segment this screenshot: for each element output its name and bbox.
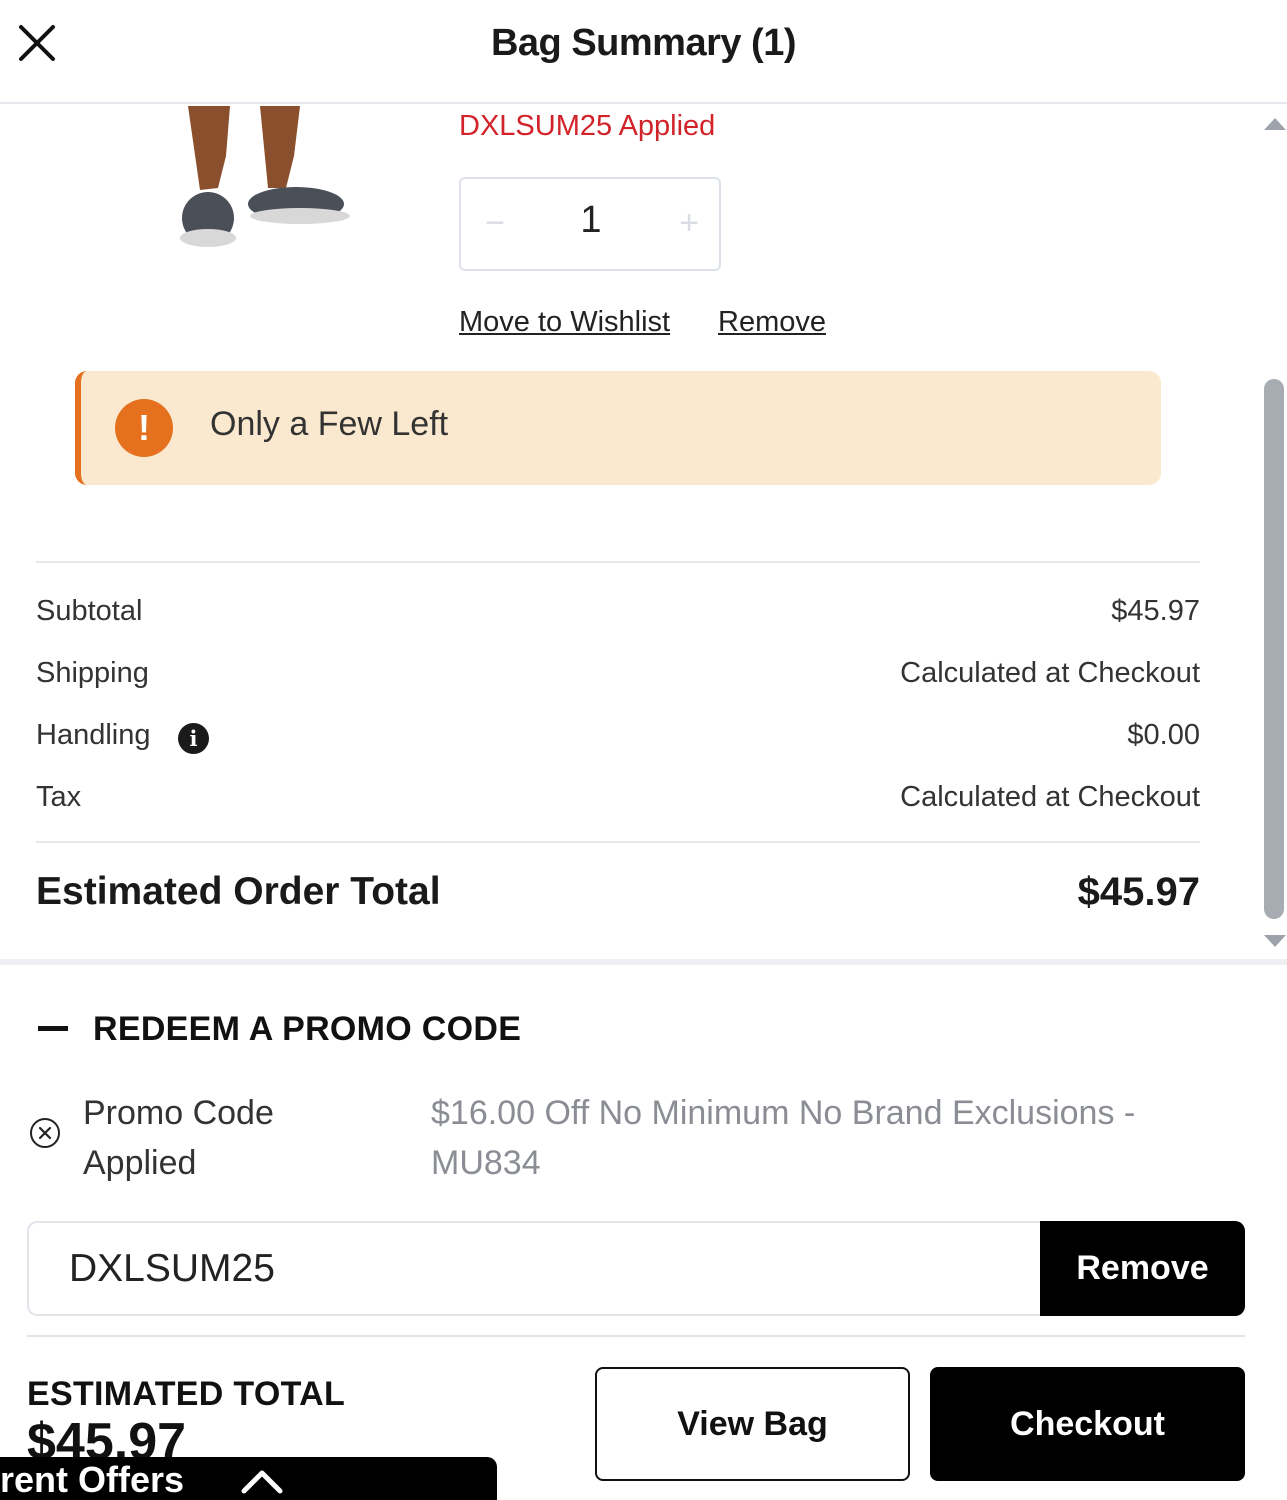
divider (27, 1335, 1245, 1337)
summary-value: Calculated at Checkout (900, 781, 1200, 813)
summary-label: Tax (36, 781, 82, 813)
bag-content: DXLSUM25 Applied − 1 + Move to Wishlist … (0, 106, 1287, 961)
circle-x-icon[interactable] (29, 1117, 61, 1149)
view-bag-button[interactable]: View Bag (595, 1367, 910, 1481)
divider (36, 561, 1200, 563)
product-image (180, 106, 350, 247)
page-title: Bag Summary (1) (490, 22, 797, 64)
chevron-up-icon (241, 1470, 283, 1494)
summary-label: Handling (36, 719, 151, 751)
summary-row-tax: Tax Calculated at Checkout (36, 781, 1200, 821)
scrollbar[interactable] (1258, 106, 1287, 961)
divider (0, 959, 1287, 965)
promo-applied-label: Promo Code Applied (83, 1094, 274, 1182)
remove-item-link[interactable]: Remove (718, 306, 826, 339)
promo-code-toggle[interactable]: REDEEM A PROMO CODE (36, 1010, 556, 1050)
stock-alert-text: Only a Few Left (210, 405, 449, 443)
summary-row-subtotal: Subtotal $45.97 (36, 595, 1200, 635)
divider (36, 841, 1200, 843)
remove-promo-button[interactable]: Remove (1040, 1221, 1245, 1316)
estimated-total-label: ESTIMATED TOTAL (27, 1375, 346, 1413)
promo-code-heading: REDEEM A PROMO CODE (93, 1010, 522, 1048)
minus-icon (38, 1026, 68, 1031)
current-offers-tab[interactable]: rrent Offers (0, 1457, 497, 1500)
summary-value: Calculated at Checkout (900, 657, 1200, 689)
move-to-wishlist-link[interactable]: Move to Wishlist (459, 306, 670, 339)
summary-row-shipping: Shipping Calculated at Checkout (36, 657, 1200, 697)
decrease-quantity-button[interactable]: − (475, 201, 515, 245)
scroll-down-arrow-icon[interactable] (1264, 935, 1286, 947)
summary-label: Shipping (36, 657, 149, 689)
promo-code-input[interactable] (27, 1221, 1041, 1316)
current-offers-label: rrent Offers (0, 1459, 185, 1500)
summary-value: $45.97 (1111, 595, 1200, 627)
estimated-total-label: Estimated Order Total (36, 870, 441, 913)
exclamation-icon: ! (115, 399, 173, 457)
estimated-order-total: Estimated Order Total $45.97 (36, 870, 1200, 920)
increase-quantity-button[interactable]: + (669, 201, 709, 245)
info-icon[interactable]: i (178, 723, 209, 754)
scrollbar-thumb[interactable] (1264, 379, 1284, 919)
estimated-total-value: $45.97 (1077, 870, 1200, 914)
summary-value: $0.00 (1127, 719, 1200, 751)
summary-row-handling: Handling i $0.00 (36, 719, 1200, 759)
header: Bag Summary (1) (0, 0, 1287, 104)
checkout-button[interactable]: Checkout (930, 1367, 1245, 1481)
scroll-up-arrow-icon[interactable] (1264, 118, 1286, 130)
quantity-stepper: − 1 + (459, 177, 721, 271)
summary-label: Subtotal (36, 595, 143, 627)
promo-applied-note: DXLSUM25 Applied (459, 110, 716, 142)
quantity-value[interactable]: 1 (551, 199, 631, 242)
stock-alert: ! Only a Few Left (75, 371, 1161, 485)
promo-description: $16.00 Off No Minimum No Brand Exclusion… (431, 1094, 1136, 1182)
